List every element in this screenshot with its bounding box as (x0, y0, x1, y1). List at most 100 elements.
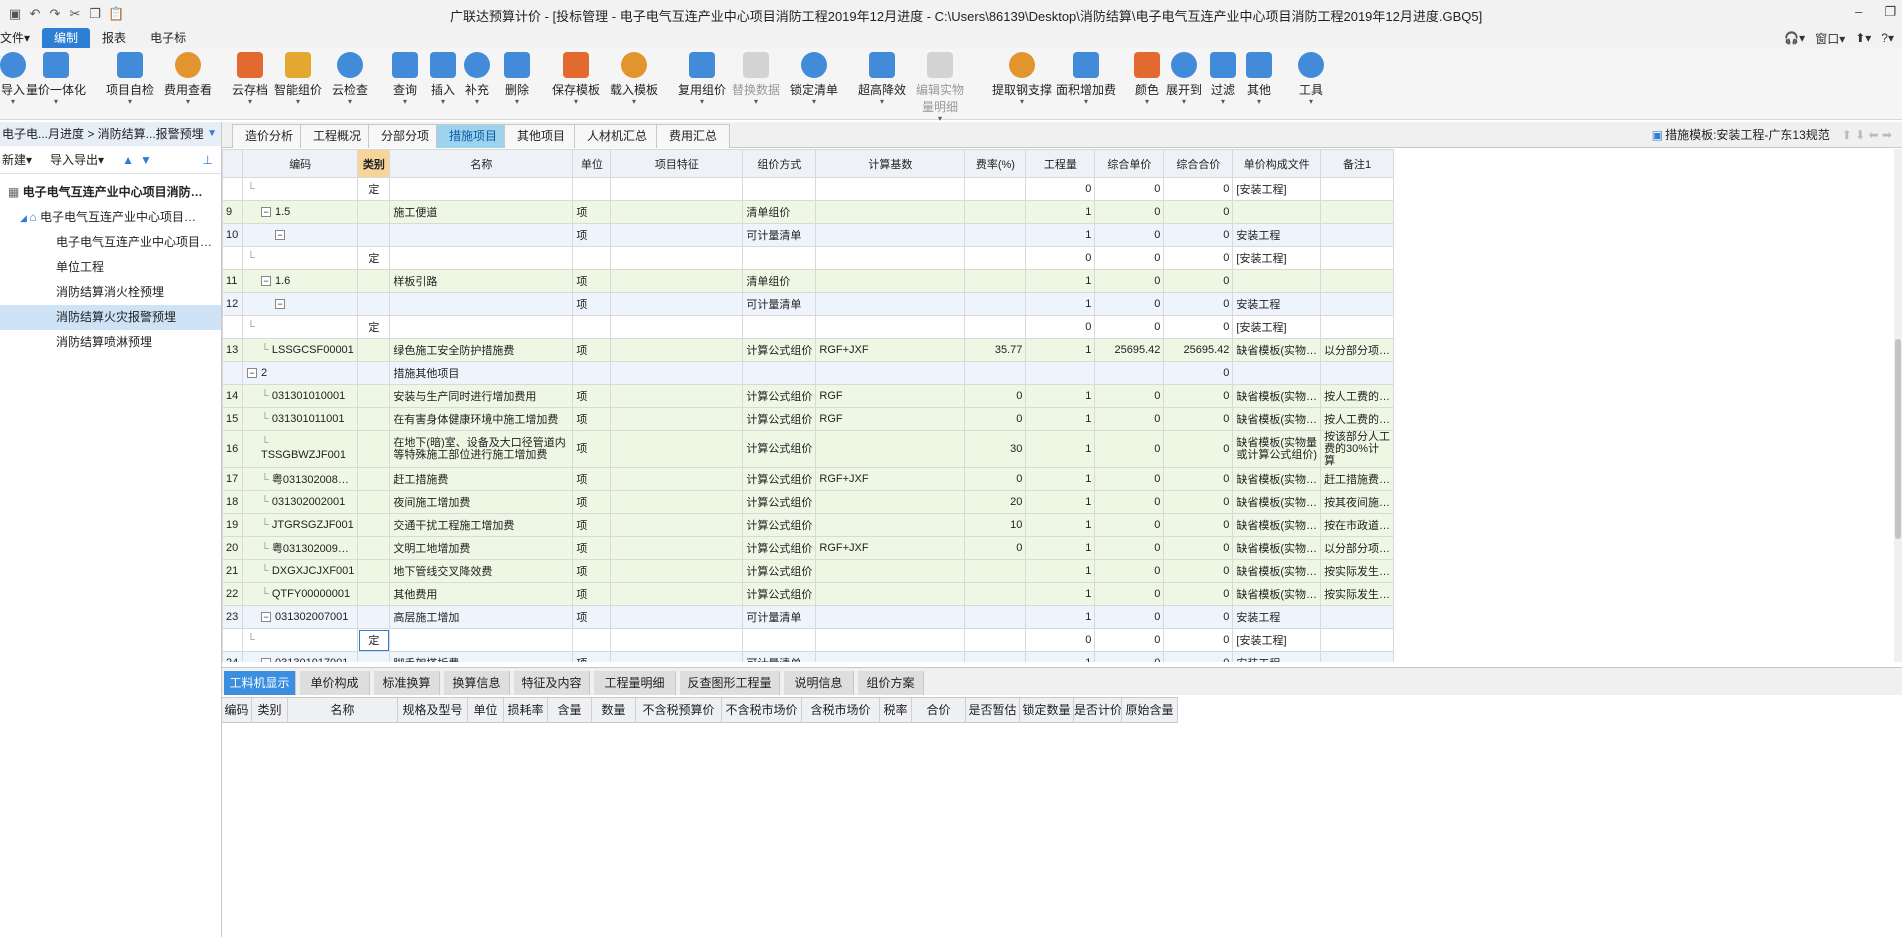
cell-qty[interactable]: 1 (1025, 559, 1096, 583)
cell-price[interactable]: 0 (1094, 430, 1165, 468)
integrate-button[interactable]: 量价一体化 ▾ (26, 52, 86, 106)
cell-unit[interactable]: 项 (572, 292, 612, 316)
cell-total[interactable]: 0 (1163, 467, 1234, 491)
cell-method[interactable]: 计算公式组价 (742, 490, 817, 514)
cell-type[interactable] (357, 513, 391, 537)
cell-base[interactable] (815, 223, 966, 247)
cell-total[interactable]: 0 (1163, 430, 1234, 468)
cell-type[interactable] (357, 605, 391, 629)
menu-report[interactable]: 报表 (90, 28, 138, 48)
bottom-column-header[interactable]: 不含税市场价 (722, 698, 802, 722)
breadcrumb[interactable]: 电子电...月进度 > 消防结算...报警预埋 ▼ (0, 122, 221, 146)
cell-price[interactable]: 0 (1094, 292, 1165, 316)
cell-price[interactable]: 0 (1094, 628, 1165, 652)
cell-price[interactable]: 0 (1094, 513, 1165, 537)
cell-qty[interactable]: 1 (1025, 582, 1096, 606)
cell-method[interactable]: 计算公式组价 (742, 467, 817, 491)
expand-button[interactable]: 展开到 ▾ (1166, 52, 1202, 106)
cell-unit[interactable]: 项 (572, 407, 612, 431)
cell-note[interactable] (1320, 605, 1395, 629)
cell-base[interactable] (815, 605, 966, 629)
cell-qty[interactable] (1025, 361, 1096, 385)
cell-code[interactable]: −1.5 (241, 200, 359, 224)
cell-type[interactable] (357, 384, 391, 408)
reuse-button[interactable]: 复用组价 ▾ (678, 52, 726, 106)
cell-unit[interactable]: 项 (572, 651, 612, 662)
cell-unit[interactable]: 项 (572, 200, 612, 224)
cell-type[interactable] (357, 223, 391, 247)
cell-code[interactable]: └ 粤031302009… (241, 536, 359, 560)
cell-code[interactable]: └ (241, 246, 359, 270)
table-row[interactable]: 22 └ QTFY00000001 其他费用项计算公式组价 1 0 0 缺省模板(实物… 按实… (222, 582, 1395, 606)
column-header[interactable]: 计算基数 (815, 149, 966, 178)
bottom-column-header[interactable]: 合价 (912, 698, 966, 722)
cell-price[interactable]: 0 (1094, 536, 1165, 560)
cell-name[interactable]: 文明工地增加费 (389, 536, 574, 560)
cell-note[interactable]: 按该部分人工费的30%计算 (1320, 430, 1395, 468)
table-row[interactable]: 21 └ DXGXJCJXF001 地下管线交叉降效费项计算公式组价 1 0 0 缺省模板(… (222, 559, 1395, 583)
tree-node[interactable]: ▦ 电子电气互连产业中心项目消防… (0, 180, 221, 205)
cell-name[interactable] (389, 223, 574, 247)
copy-icon[interactable]: ❐ (88, 6, 102, 22)
cell-total[interactable]: 0 (1163, 536, 1234, 560)
tab-6[interactable]: 费用汇总 (656, 124, 731, 148)
cell-code[interactable]: └ TSSGBWZJF001 (241, 430, 359, 468)
cell-price[interactable]: 0 (1094, 490, 1165, 514)
move-down-icon[interactable]: ▼ (140, 153, 152, 167)
cell-name[interactable] (389, 315, 574, 339)
column-header[interactable]: 单价构成文件 (1232, 149, 1322, 178)
cell-note[interactable]: 以分部分项… (1320, 536, 1395, 560)
cell-rate[interactable] (964, 269, 1027, 293)
cell-base[interactable] (815, 315, 966, 339)
cell-code[interactable]: └ DXGXJCJXF001 (241, 559, 359, 583)
cell-qty[interactable]: 1 (1025, 223, 1096, 247)
cell-unit[interactable]: 项 (572, 430, 612, 468)
table-row[interactable]: 13 └ LSSGCSF00001 绿色施工安全防护措施费项计算公式组价 RGF+JX… (222, 338, 1395, 362)
cell-total[interactable]: 0 (1163, 605, 1234, 629)
column-header[interactable]: 名称 (389, 149, 574, 178)
column-header[interactable]: 组价方式 (742, 149, 817, 178)
load-template-button[interactable]: 载入模板 ▾ (610, 52, 658, 106)
cell-qty[interactable]: 1 (1025, 605, 1096, 629)
tree-node[interactable]: ◢ ⌂ 电子电气互连产业中心项目… (0, 205, 221, 230)
column-header[interactable]: 备注1 (1320, 149, 1395, 178)
cell-name[interactable] (389, 177, 574, 201)
cell-method[interactable]: 计算公式组价 (742, 430, 817, 468)
cell-type[interactable]: 定 (357, 177, 391, 201)
cell-method[interactable]: 计算公式组价 (742, 384, 817, 408)
tree-node[interactable]: 电子电气互连产业中心项目… (0, 230, 221, 255)
cell-base[interactable] (815, 292, 966, 316)
cell-qty[interactable]: 0 (1025, 246, 1096, 270)
cell-note[interactable] (1320, 200, 1395, 224)
cell-type[interactable]: 定 (357, 315, 391, 339)
column-header[interactable]: 费率(%) (964, 149, 1027, 178)
cell-rate[interactable] (964, 628, 1027, 652)
cell-note[interactable] (1320, 223, 1395, 247)
cell-total[interactable]: 0 (1163, 177, 1234, 201)
cell-method[interactable] (742, 361, 817, 385)
cell-note[interactable]: 按人工费的… (1320, 384, 1395, 408)
cut-icon[interactable]: ✂ (68, 6, 82, 22)
cell-code[interactable]: − (241, 292, 359, 316)
cell-file[interactable] (1232, 269, 1322, 293)
cell-rate[interactable] (964, 605, 1027, 629)
cell-name[interactable]: 措施其他项目 (389, 361, 574, 385)
cell-total[interactable]: 0 (1163, 361, 1234, 385)
collapse-toggle-icon[interactable]: − (261, 658, 271, 662)
cell-note[interactable]: 按其夜间施… (1320, 490, 1395, 514)
cell-note[interactable] (1320, 246, 1395, 270)
table-row[interactable]: 11−1.6 样板引路项清单组价 1 0 0 (222, 269, 1395, 293)
table-row[interactable]: └ 定 0 0 0 [安装工程] (222, 315, 1395, 339)
cell-feat[interactable] (610, 628, 744, 652)
cell-type[interactable] (357, 559, 391, 583)
cell-rate[interactable] (964, 582, 1027, 606)
column-header[interactable]: 类别 (357, 149, 391, 178)
cell-unit[interactable]: 项 (572, 559, 612, 583)
cell-base[interactable] (815, 177, 966, 201)
cell-total[interactable]: 0 (1163, 628, 1234, 652)
cell-method[interactable] (742, 177, 817, 201)
cell-name[interactable]: 安装与生产同时进行增加费用 (389, 384, 574, 408)
cell-type[interactable] (357, 407, 391, 431)
cell-type[interactable] (357, 490, 391, 514)
cell-feat[interactable] (610, 490, 744, 514)
